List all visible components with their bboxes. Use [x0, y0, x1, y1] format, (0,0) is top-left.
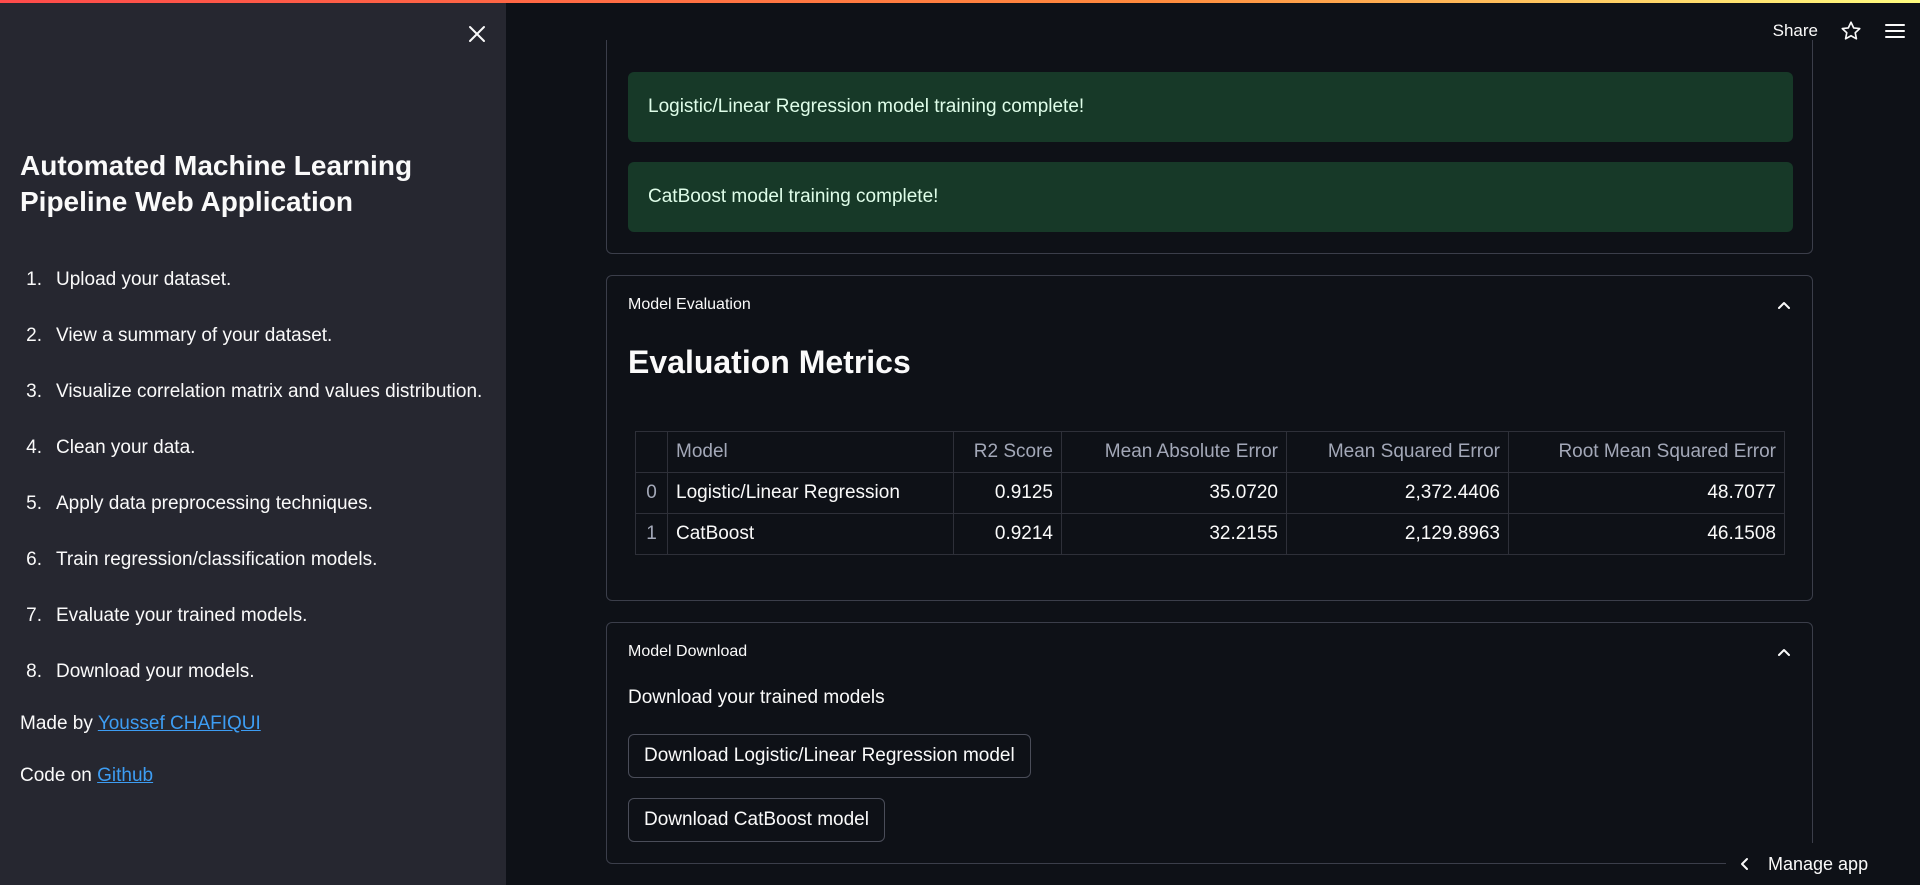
step-number: 5. [26, 493, 42, 514]
model-download-expander-header[interactable]: Model Download [628, 637, 1791, 667]
metrics-table: Model R2 Score Mean Absolute Error Mean … [635, 431, 1785, 555]
evaluation-heading: Evaluation Metrics [628, 344, 911, 380]
close-icon [469, 26, 485, 42]
table-cell: 32.2155 [1061, 513, 1287, 555]
star-icon [1841, 21, 1861, 40]
download-linear-regression-button[interactable]: Download Logistic/Linear Regression mode… [628, 734, 1031, 778]
table-header-row: Model R2 Score Mean Absolute Error Mean … [635, 431, 1785, 473]
column-header[interactable]: Mean Squared Error [1286, 431, 1509, 473]
table-cell: 46.1508 [1508, 513, 1785, 555]
step-item: 7. Evaluate your trained models. [20, 598, 482, 654]
close-sidebar-button[interactable] [462, 19, 492, 49]
step-number: 3. [26, 381, 42, 402]
main-menu-button[interactable] [1884, 20, 1906, 42]
code-credit: Code on Github [20, 763, 153, 789]
row-index: 1 [635, 513, 668, 555]
step-item: 4. Clean your data. [20, 430, 482, 486]
favorite-button[interactable] [1840, 20, 1862, 42]
expander-label: Model Evaluation [628, 296, 751, 313]
code-on-prefix: Code on [20, 765, 98, 786]
table-cell: 0.9214 [953, 513, 1062, 555]
steps-list: 1. Upload your dataset. 2. View a summary … [20, 262, 482, 710]
chevron-left-icon [1741, 858, 1748, 870]
column-header[interactable]: Model [667, 431, 954, 473]
made-by-credit: Made by Youssef CHAFIQUI [20, 711, 261, 737]
table-cell: Logistic/Linear Regression [667, 472, 954, 514]
model-evaluation-expander-header[interactable]: Model Evaluation [628, 290, 1791, 320]
column-header[interactable] [635, 431, 668, 473]
column-header[interactable]: Mean Absolute Error [1061, 431, 1287, 473]
table-cell: 2,129.8963 [1286, 513, 1509, 555]
model-download-expander: Model Download Download your trained mod… [606, 622, 1813, 864]
table-cell: 0.9125 [953, 472, 1062, 514]
table-cell: 35.0720 [1061, 472, 1287, 514]
step-number: 6. [26, 549, 42, 570]
expander-label: Model Download [628, 643, 748, 660]
table-row: 1 CatBoost 0.9214 32.2155 2,129.8963 46.… [635, 513, 1785, 555]
github-link[interactable]: Github [97, 765, 153, 786]
step-item: 1. Upload your dataset. [20, 262, 482, 318]
step-item: 2. View a summary of your dataset. [20, 318, 482, 374]
step-number: 1. [26, 269, 42, 290]
step-number: 4. [26, 437, 42, 458]
share-button[interactable]: Share [1773, 21, 1818, 41]
manage-app-button[interactable]: Manage app [1726, 843, 1920, 885]
download-catboost-button[interactable]: Download CatBoost model [628, 798, 885, 842]
hamburger-menu-icon [1885, 24, 1905, 38]
step-text: Download your models. [56, 661, 255, 682]
step-text: Apply data preprocessing techniques. [56, 493, 373, 514]
chevron-up-icon [1778, 302, 1790, 309]
sidebar: Automated Machine Learning Pipeline Web … [0, 0, 506, 885]
model-evaluation-expander: Model Evaluation Evaluation Metrics Mode… [606, 275, 1813, 601]
step-text: Visualize correlation matrix and values … [56, 381, 483, 402]
sidebar-title: Automated Machine Learning Pipeline Web … [20, 150, 413, 217]
step-item: 6. Train regression/classification models… [20, 542, 482, 598]
step-text: Train regression/classification models. [56, 549, 378, 570]
table-cell: CatBoost [667, 513, 954, 555]
success-alert: CatBoost model training complete! [628, 162, 1793, 232]
author-link[interactable]: Youssef CHAFIQUI [98, 713, 261, 734]
step-number: 8. [26, 661, 42, 682]
step-text: Evaluate your trained models. [56, 605, 308, 626]
step-item: 8. Download your models. [20, 654, 482, 710]
download-description: Download your trained models [628, 687, 885, 708]
step-item: 3. Visualize correlation matrix and value… [20, 374, 482, 430]
column-header[interactable]: R2 Score [953, 431, 1062, 473]
success-alert: Logistic/Linear Regression model trainin… [628, 72, 1793, 142]
training-expander: Logistic/Linear Regression model trainin… [606, 40, 1813, 254]
column-header[interactable]: Root Mean Squared Error [1508, 431, 1785, 473]
step-text: Upload your dataset. [56, 269, 232, 290]
step-text: Clean your data. [56, 437, 196, 458]
step-number: 7. [26, 605, 42, 626]
table-row: 0 Logistic/Linear Regression 0.9125 35.0… [635, 472, 1785, 514]
chevron-up-icon [1778, 649, 1790, 656]
manage-app-label: Manage app [1768, 853, 1869, 874]
row-index: 0 [635, 472, 668, 514]
top-decoration-bar [0, 0, 1920, 3]
made-by-prefix: Made by [20, 713, 98, 734]
table-cell: 48.7077 [1508, 472, 1785, 514]
step-number: 2. [26, 325, 42, 346]
step-item: 5. Apply data preprocessing techniques. [20, 486, 482, 542]
step-text: View a summary of your dataset. [56, 325, 333, 346]
table-cell: 2,372.4406 [1286, 472, 1509, 514]
